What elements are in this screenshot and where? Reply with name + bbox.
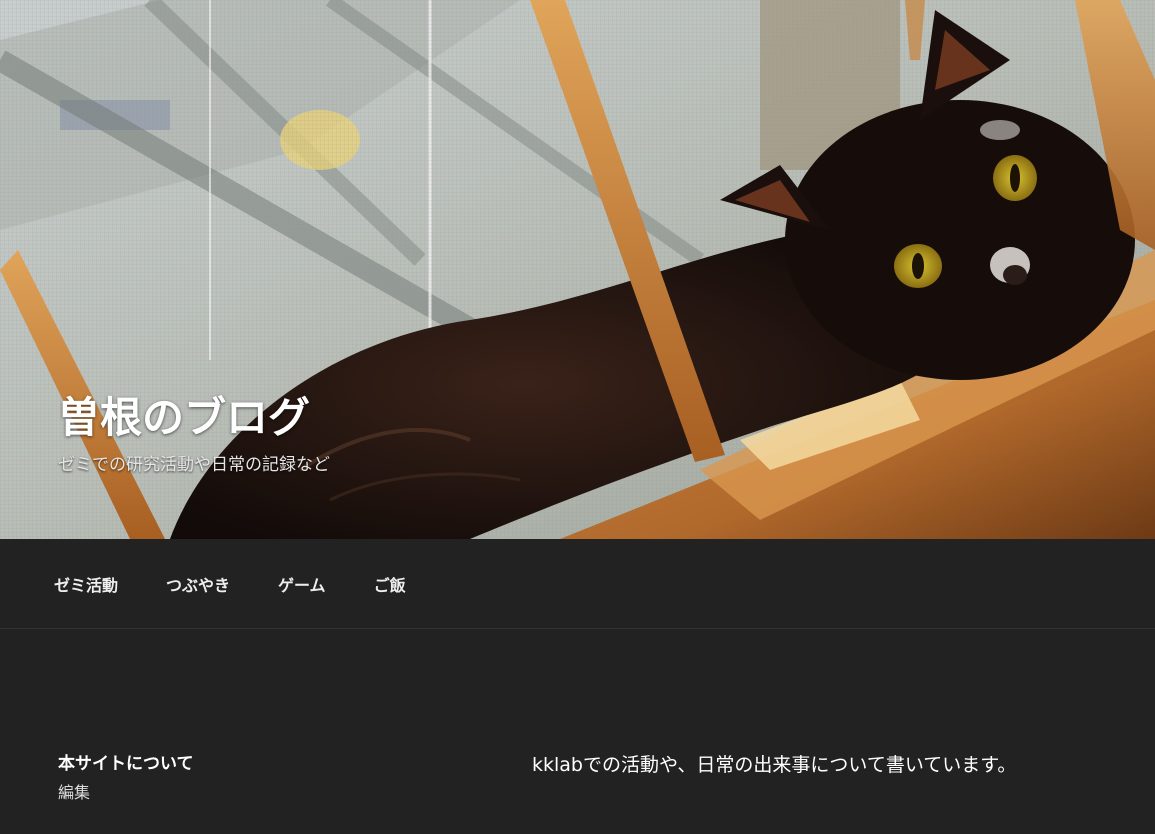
site-title[interactable]: 曽根のブログ bbox=[58, 392, 330, 444]
nav-item-tweets[interactable]: つぶやき bbox=[142, 572, 254, 596]
nav-item-games[interactable]: ゲーム bbox=[254, 572, 350, 596]
about-heading: 本サイトについて bbox=[58, 754, 194, 774]
header-image: 曽根のブログ ゼミでの研究活動や日常の記録など bbox=[0, 0, 1155, 539]
main-navigation: ゼミ活動 つぶやき ゲーム ご飯 bbox=[0, 539, 1155, 629]
site-intro-text: kklabでの活動や、日常の出来事について書いています。 bbox=[532, 754, 1017, 776]
main-content: 本サイトについて 編集 kklabでの活動や、日常の出来事について書いています。 bbox=[0, 630, 1155, 834]
site-branding: 曽根のブログ ゼミでの研究活動や日常の記録など bbox=[58, 392, 330, 475]
edit-link[interactable]: 編集 bbox=[58, 779, 90, 803]
site-description: ゼミでの研究活動や日常の記録など bbox=[58, 455, 330, 475]
nav-item-seminar[interactable]: ゼミ活動 bbox=[30, 572, 142, 596]
nav-item-food[interactable]: ご飯 bbox=[350, 572, 430, 596]
